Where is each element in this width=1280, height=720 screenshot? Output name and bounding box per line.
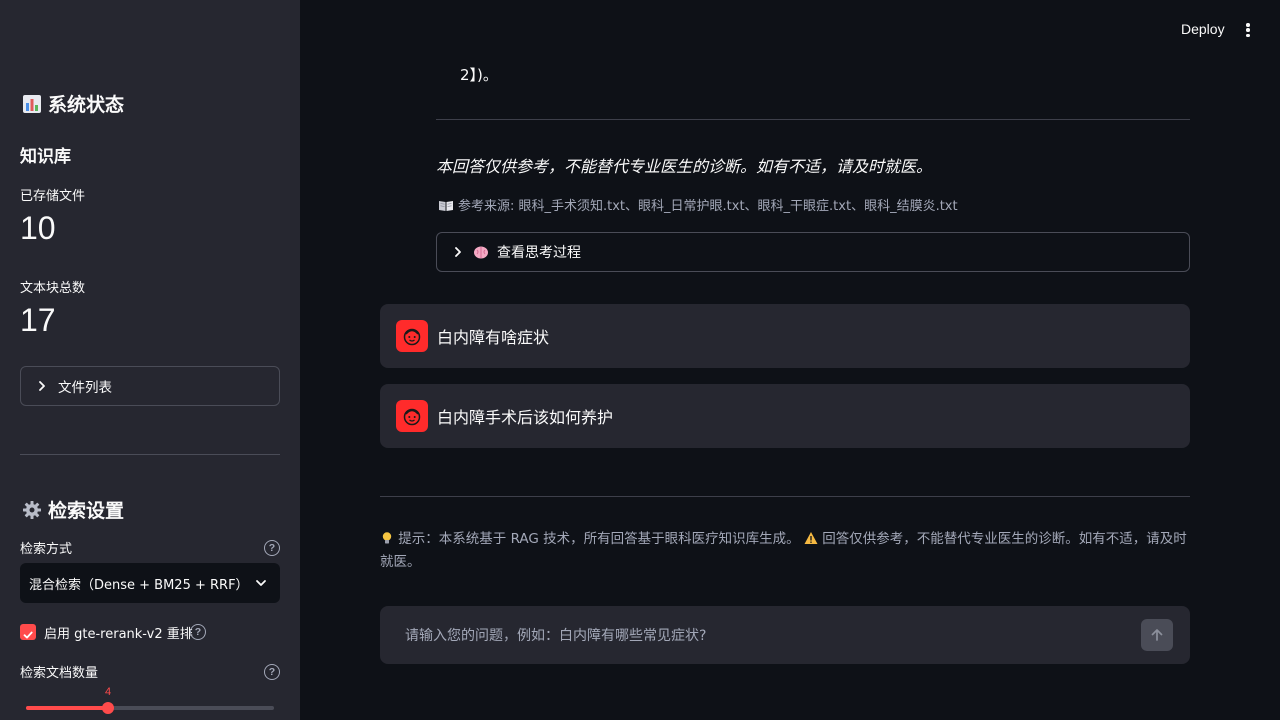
user-message-text: 白内障有啥症状: [437, 328, 550, 347]
system-status-heading: 系统状态: [22, 90, 124, 117]
doc-count-slider[interactable]: 4: [26, 686, 274, 714]
deploy-button[interactable]: Deploy: [1181, 21, 1225, 37]
chunk-count-label: 文本块总数: [20, 281, 86, 296]
slider-thumb[interactable]: [102, 702, 114, 714]
chevron-right-icon: [451, 245, 465, 259]
chat-input[interactable]: 请输入您的问题，例如：白内障有哪些常见症状?: [380, 606, 1190, 664]
rerank-checkbox[interactable]: [20, 624, 36, 640]
user-message: 白内障有啥症状: [380, 304, 1190, 368]
stored-files-label: 已存储文件: [20, 189, 86, 204]
help-icon[interactable]: ?: [264, 540, 280, 556]
chevron-down-icon: [254, 576, 268, 590]
sidebar-divider: [20, 454, 280, 455]
help-icon[interactable]: ?: [190, 624, 206, 640]
sources-text: 参考来源: 眼科_手术须知.txt、眼科_日常护眼.txt、眼科_干眼症.txt…: [458, 199, 958, 214]
send-button[interactable]: [1141, 619, 1173, 651]
checkmark-icon: [22, 626, 34, 639]
chevron-right-icon: [35, 379, 49, 393]
file-list-label: 文件列表: [58, 380, 112, 396]
footer-divider: [380, 496, 1190, 497]
help-icon[interactable]: ?: [264, 664, 280, 680]
warning-icon: [804, 530, 818, 544]
arrow-up-icon: [1149, 627, 1165, 643]
slider-value: 4: [105, 686, 112, 698]
search-mode-select[interactable]: 混合检索（Dense + BM25 + RRF）: [20, 563, 280, 603]
thinking-process-expander[interactable]: 查看思考过程: [436, 232, 1190, 272]
search-mode-value: 混合检索（Dense + BM25 + RRF）: [29, 577, 249, 593]
search-mode-label: 检索方式: [20, 542, 73, 557]
answer-divider: [436, 119, 1190, 120]
user-message: 白内障手术后该如何养护: [380, 384, 1190, 448]
gear-icon: [22, 500, 42, 520]
sources-line: 参考来源: 眼科_手术须知.txt、眼科_日常护眼.txt、眼科_干眼症.txt…: [438, 195, 958, 214]
file-list-expander[interactable]: 文件列表: [20, 366, 280, 406]
disclaimer-text: 本回答仅供参考，不能替代专业医生的诊断。如有不适，请及时就医。: [436, 157, 933, 176]
bar-chart-icon: [22, 94, 42, 114]
knowledge-base-heading: 知识库: [20, 147, 71, 167]
user-avatar-icon: [396, 400, 428, 432]
rerank-label: 启用 gte-rerank-v2 重排: [44, 627, 193, 642]
user-avatar-icon: [396, 320, 428, 352]
more-options-icon[interactable]: [1240, 21, 1256, 39]
slider-fill: [26, 706, 108, 710]
book-icon: [438, 198, 454, 212]
search-settings-heading: 检索设置: [22, 496, 124, 523]
lightbulb-icon: [380, 530, 394, 544]
doc-count-label: 检索文档数量: [20, 666, 99, 681]
brain-icon: [473, 244, 489, 260]
tip-text: 提示：本系统基于 RAG 技术，所有回答基于眼科医疗知识库生成。 回答仅供参考，…: [380, 528, 1190, 574]
chunk-count-value: 17: [20, 302, 56, 338]
user-message-text: 白内障手术后该如何养护: [437, 408, 614, 427]
tip-prefix: 提示：本系统基于 RAG 技术，所有回答基于眼科医疗知识库生成。: [398, 531, 800, 547]
chat-input-placeholder: 请输入您的问题，例如：白内障有哪些常见症状?: [405, 628, 707, 644]
stored-files-value: 10: [20, 210, 56, 246]
thinking-process-label: 查看思考过程: [497, 245, 581, 261]
sidebar: 系统状态 知识库 已存储文件 10 文本块总数 17 文件列表 检索设置 检索方…: [0, 0, 300, 720]
answer-continued-text: 2】)。: [460, 66, 498, 84]
